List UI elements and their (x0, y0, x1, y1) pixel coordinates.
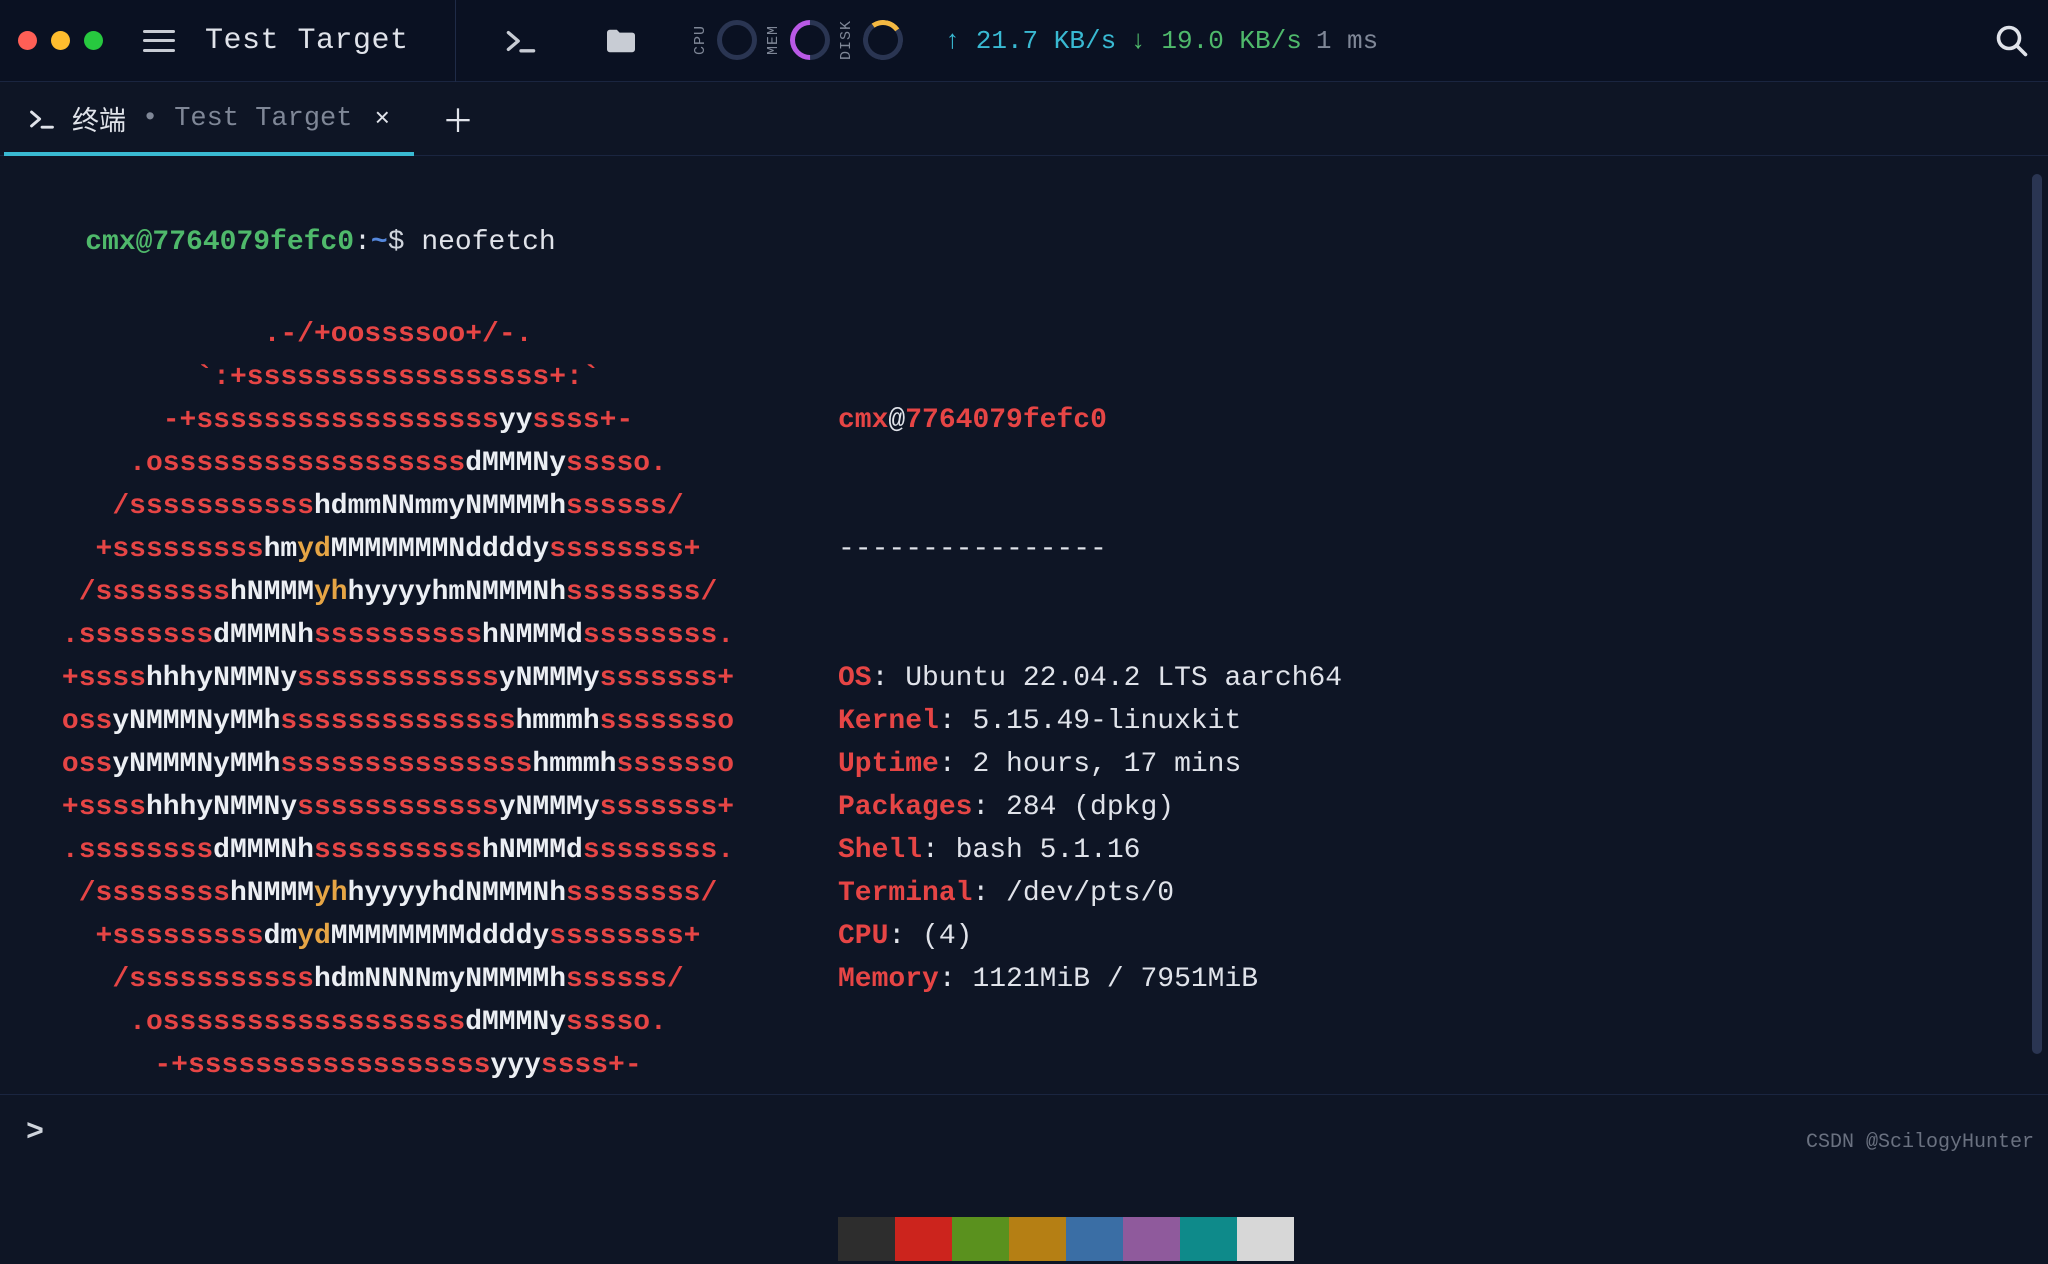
prompt-line: cmx@7764079fefc0:~$ neofetch (18, 178, 2030, 307)
command-input-bar[interactable]: > (0, 1094, 2048, 1172)
maximize-window-button[interactable] (84, 31, 103, 50)
tab-bar: 终端 • Test Target × ＋ (0, 82, 2048, 156)
tab-bullet: • (142, 104, 158, 134)
logo-line: /sssssssshNMMMyhhyyyyhdNMMMNhssssssss/ (18, 872, 778, 915)
color-swatch (1066, 1217, 1123, 1261)
info-row: CPU: (4) (838, 915, 1342, 958)
logo-line: .ossssssssssssssssssdMMMNysssso. (18, 442, 778, 485)
logo-line: /sssssssshNMMMyhhyyyyhmNMMMNhssssssss/ (18, 571, 778, 614)
color-swatch (1123, 1217, 1180, 1261)
logo-line: /ssssssssssshdmNNNNmyNMMMMhssssss/ (18, 958, 778, 1001)
menu-button[interactable] (143, 30, 175, 52)
color-swatch (838, 1217, 895, 1261)
info-row: Kernel: 5.15.49-linuxkit (838, 700, 1342, 743)
logo-line: +sssshhhyNMMNyssssssssssssyNMMMysssssss+ (18, 786, 778, 829)
info-host: cmx@7764079fefc0 (838, 399, 1342, 442)
logo-line: -+ssssssssssssssssssyyyssss+- (18, 1044, 778, 1087)
net-up: ↑ 21.7 KB/s (945, 26, 1117, 56)
titlebar: Test Target CPU MEM DISK ↑ 21.7 KB/s ↓ 1… (0, 0, 2048, 82)
mem-label: MEM (765, 25, 782, 55)
search-icon[interactable] (1994, 23, 2030, 59)
divider (455, 0, 456, 82)
terminal-icon[interactable] (486, 12, 556, 70)
info-row: Uptime: 2 hours, 17 mins (838, 743, 1342, 786)
logo-line: .ssssssssdMMMNhsssssssssshNMMMdssssssss. (18, 829, 778, 872)
system-monitors: CPU MEM DISK (692, 20, 903, 60)
net-latency: 1 ms (1316, 26, 1378, 56)
window-title: Test Target (205, 24, 425, 58)
color-swatch (952, 1217, 1009, 1261)
tab-terminal[interactable]: 终端 • Test Target × (4, 82, 414, 155)
mem-gauge-icon (781, 12, 838, 69)
logo-line: .-/+oossssoo+/-. (18, 313, 778, 356)
window-controls (18, 31, 103, 50)
terminal-output[interactable]: cmx@7764079fefc0:~$ neofetch .-/+oosssso… (0, 156, 2048, 1172)
info-row: OS: Ubuntu 22.04.2 LTS aarch64 (838, 657, 1342, 700)
terminal-icon (28, 107, 56, 131)
logo-line: .ossssssssssssssssssdMMMNysssso. (18, 1001, 778, 1044)
info-row: Packages: 284 (dpkg) (838, 786, 1342, 829)
info-separator: ---------------- (838, 528, 1342, 571)
color-swatch (895, 1217, 952, 1261)
logo-line: .ssssssssdMMMNhsssssssssshNMMMdssssssss. (18, 614, 778, 657)
tab-label: 终端 (72, 99, 126, 139)
logo-line: /ssssssssssshdmmNNmmyNMMMMhssssss/ (18, 485, 778, 528)
network-stats: ↑ 21.7 KB/s ↓ 19.0 KB/s 1 ms (945, 26, 1379, 56)
color-swatch (1009, 1217, 1066, 1261)
disk-gauge-icon (859, 17, 905, 63)
logo-line: +ssssssssshmydMMMMMMMNddddyssssssss+ (18, 528, 778, 571)
info-row: Shell: bash 5.1.16 (838, 829, 1342, 872)
logo-line: ossyNMMMNyMMhsssssssssssssshmmmhssssssso (18, 700, 778, 743)
logo-line: -+ssssssssssssssssssyyssss+- (18, 399, 778, 442)
info-row: Memory: 1121MiB / 7951MiB (838, 958, 1342, 1001)
net-down: ↓ 19.0 KB/s (1130, 26, 1302, 56)
close-window-button[interactable] (18, 31, 37, 50)
prompt-path: ~ (371, 227, 388, 258)
close-icon[interactable]: × (374, 104, 390, 134)
logo-line: ossyNMMMNyMMhssssssssssssssshmmmhsssssso (18, 743, 778, 786)
logo-line: `:+ssssssssssssssssss+:` (18, 356, 778, 399)
prompt-chevron-icon: > (26, 1112, 44, 1155)
prompt-symbol: $ (388, 227, 405, 258)
logo-line: +sssshhhyNMMNyssssssssssssyNMMMysssssss+ (18, 657, 778, 700)
tab-crumb: Test Target (174, 104, 352, 134)
color-swatch (1180, 1217, 1237, 1261)
prompt-user-host: cmx@7764079fefc0 (85, 227, 354, 258)
color-swatch (1237, 1217, 1294, 1261)
cpu-label: CPU (692, 25, 709, 55)
folder-icon[interactable] (586, 12, 656, 70)
disk-label: DISK (838, 20, 855, 60)
watermark: CSDN @ScilogyHunter (1806, 1121, 2034, 1164)
scrollbar[interactable] (2032, 174, 2042, 1054)
logo-line: +sssssssssdmydMMMMMMMMddddyssssssss+ (18, 915, 778, 958)
new-tab-button[interactable]: ＋ (414, 82, 502, 155)
prompt-command: neofetch (421, 227, 555, 258)
minimize-window-button[interactable] (51, 31, 70, 50)
info-row: Terminal: /dev/pts/0 (838, 872, 1342, 915)
cpu-gauge-icon (717, 20, 757, 60)
